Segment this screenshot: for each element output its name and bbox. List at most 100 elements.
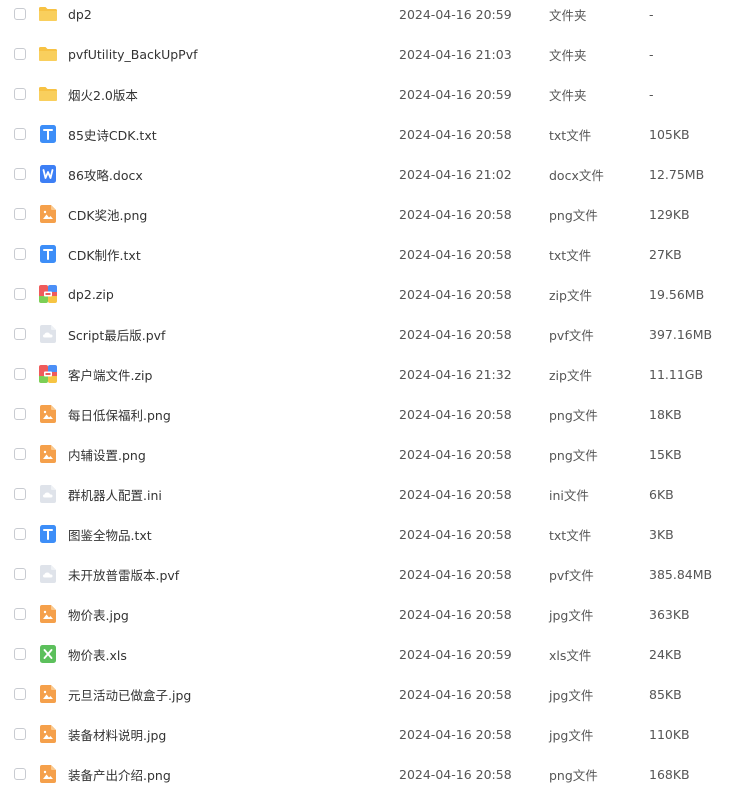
file-type: xls文件 <box>549 647 592 663</box>
txt-file-icon <box>38 524 58 544</box>
row-checkbox[interactable] <box>14 448 26 460</box>
file-name[interactable]: dp2 <box>68 7 92 22</box>
image-file-icon <box>38 604 58 624</box>
image-file-icon <box>38 764 58 784</box>
file-name[interactable]: 物价表.xls <box>68 645 127 664</box>
file-row[interactable]: 图鉴全物品.txt 2024-04-16 20:58 txt文件 3KB <box>0 514 752 554</box>
row-checkbox[interactable] <box>14 88 26 100</box>
word-file-icon <box>38 164 58 184</box>
zip-file-icon <box>38 364 58 384</box>
zip-file-icon <box>38 284 58 304</box>
row-checkbox[interactable] <box>14 328 26 340</box>
row-checkbox[interactable] <box>14 8 26 20</box>
file-size: 105KB <box>649 126 690 142</box>
row-checkbox[interactable] <box>14 208 26 220</box>
modified-date: 2024-04-16 21:02 <box>399 166 512 182</box>
row-checkbox[interactable] <box>14 488 26 500</box>
file-type: txt文件 <box>549 127 592 143</box>
file-type: png文件 <box>549 407 598 423</box>
file-row[interactable]: dp2.zip 2024-04-16 20:58 zip文件 19.56MB <box>0 274 752 314</box>
modified-date: 2024-04-16 20:59 <box>399 646 512 662</box>
file-name[interactable]: CDK制作.txt <box>68 245 141 264</box>
file-name[interactable]: 内辅设置.png <box>68 445 146 464</box>
file-row[interactable]: 每日低保福利.png 2024-04-16 20:58 png文件 18KB <box>0 394 752 434</box>
row-checkbox[interactable] <box>14 648 26 660</box>
file-row[interactable]: CDK奖池.png 2024-04-16 20:58 png文件 129KB <box>0 194 752 234</box>
file-name[interactable]: 烟火2.0版本 <box>68 85 138 104</box>
file-name[interactable]: 装备材料说明.jpg <box>68 725 166 744</box>
file-name[interactable]: 群机器人配置.ini <box>68 485 162 504</box>
modified-date: 2024-04-16 20:58 <box>399 446 512 462</box>
file-name[interactable]: 未开放普雷版本.pvf <box>68 565 179 584</box>
file-row[interactable]: pvfUtility_BackUpPvf 2024-04-16 21:03 文件夹 - <box>0 34 752 74</box>
file-size: 19.56MB <box>649 286 705 302</box>
file-row[interactable]: CDK制作.txt 2024-04-16 20:58 txt文件 27KB <box>0 234 752 274</box>
file-row[interactable]: 烟火2.0版本 2024-04-16 20:59 文件夹 - <box>0 74 752 114</box>
modified-date: 2024-04-16 21:03 <box>399 46 512 62</box>
modified-date: 2024-04-16 20:58 <box>399 606 512 622</box>
file-size: 15KB <box>649 446 682 462</box>
file-size: 3KB <box>649 526 674 542</box>
row-checkbox[interactable] <box>14 728 26 740</box>
file-name[interactable]: 图鉴全物品.txt <box>68 525 152 544</box>
file-row[interactable]: 装备产出介绍.png 2024-04-16 20:58 png文件 168KB <box>0 754 752 794</box>
file-row[interactable]: 客户端文件.zip 2024-04-16 21:32 zip文件 11.11GB <box>0 354 752 394</box>
file-type: png文件 <box>549 767 598 783</box>
file-row[interactable]: 85史诗CDK.txt 2024-04-16 20:58 txt文件 105KB <box>0 114 752 154</box>
file-name[interactable]: 元旦活动已做盒子.jpg <box>68 685 191 704</box>
file-size: - <box>649 6 654 22</box>
file-size: 168KB <box>649 766 690 782</box>
file-name[interactable]: 85史诗CDK.txt <box>68 125 157 144</box>
file-name[interactable]: 客户端文件.zip <box>68 365 152 384</box>
file-row[interactable]: 未开放普雷版本.pvf 2024-04-16 20:58 pvf文件 385.84MB <box>0 554 752 594</box>
row-checkbox[interactable] <box>14 608 26 620</box>
folder-icon <box>38 84 58 104</box>
file-type: ini文件 <box>549 487 589 503</box>
file-size: 27KB <box>649 246 682 262</box>
modified-date: 2024-04-16 20:58 <box>399 206 512 222</box>
image-file-icon <box>38 724 58 744</box>
modified-date: 2024-04-16 20:58 <box>399 526 512 542</box>
file-row[interactable]: 86攻略.docx 2024-04-16 21:02 docx文件 12.75MB <box>0 154 752 194</box>
row-checkbox[interactable] <box>14 128 26 140</box>
file-row[interactable]: 物价表.jpg 2024-04-16 20:58 jpg文件 363KB <box>0 594 752 634</box>
file-name[interactable]: 每日低保福利.png <box>68 405 171 424</box>
row-checkbox[interactable] <box>14 568 26 580</box>
file-size: 110KB <box>649 726 690 742</box>
row-checkbox[interactable] <box>14 248 26 260</box>
row-checkbox[interactable] <box>14 528 26 540</box>
txt-file-icon <box>38 124 58 144</box>
file-size: 397.16MB <box>649 326 713 342</box>
file-row[interactable]: 群机器人配置.ini 2024-04-16 20:58 ini文件 6KB <box>0 474 752 514</box>
row-checkbox[interactable] <box>14 368 26 380</box>
row-checkbox[interactable] <box>14 168 26 180</box>
file-type: jpg文件 <box>549 607 594 623</box>
file-name[interactable]: CDK奖池.png <box>68 205 147 224</box>
file-row[interactable]: 内辅设置.png 2024-04-16 20:58 png文件 15KB <box>0 434 752 474</box>
modified-date: 2024-04-16 20:59 <box>399 86 512 102</box>
file-name[interactable]: 物价表.jpg <box>68 605 129 624</box>
file-size: 18KB <box>649 406 682 422</box>
folder-icon <box>38 44 58 64</box>
file-row[interactable]: dp2 2024-04-16 20:59 文件夹 - <box>0 0 752 34</box>
file-name[interactable]: 装备产出介绍.png <box>68 765 171 784</box>
row-checkbox[interactable] <box>14 408 26 420</box>
file-name[interactable]: Script最后版.pvf <box>68 325 165 344</box>
file-type: docx文件 <box>549 167 604 183</box>
file-name[interactable]: pvfUtility_BackUpPvf <box>68 47 198 62</box>
file-row[interactable]: Script最后版.pvf 2024-04-16 20:58 pvf文件 397.16… <box>0 314 752 354</box>
file-size: 24KB <box>649 646 682 662</box>
file-type: 文件夹 <box>549 7 587 23</box>
modified-date: 2024-04-16 20:58 <box>399 686 512 702</box>
file-row[interactable]: 元旦活动已做盒子.jpg 2024-04-16 20:58 jpg文件 85KB <box>0 674 752 714</box>
generic-file-icon <box>38 324 58 344</box>
row-checkbox[interactable] <box>14 688 26 700</box>
file-name[interactable]: dp2.zip <box>68 287 114 302</box>
row-checkbox[interactable] <box>14 768 26 780</box>
file-name[interactable]: 86攻略.docx <box>68 165 143 184</box>
row-checkbox[interactable] <box>14 288 26 300</box>
row-checkbox[interactable] <box>14 48 26 60</box>
file-row[interactable]: 物价表.xls 2024-04-16 20:59 xls文件 24KB <box>0 634 752 674</box>
file-row[interactable]: 装备材料说明.jpg 2024-04-16 20:58 jpg文件 110KB <box>0 714 752 754</box>
file-list: dp2 2024-04-16 20:59 文件夹 - pvfUtility_BackUp… <box>0 0 752 794</box>
